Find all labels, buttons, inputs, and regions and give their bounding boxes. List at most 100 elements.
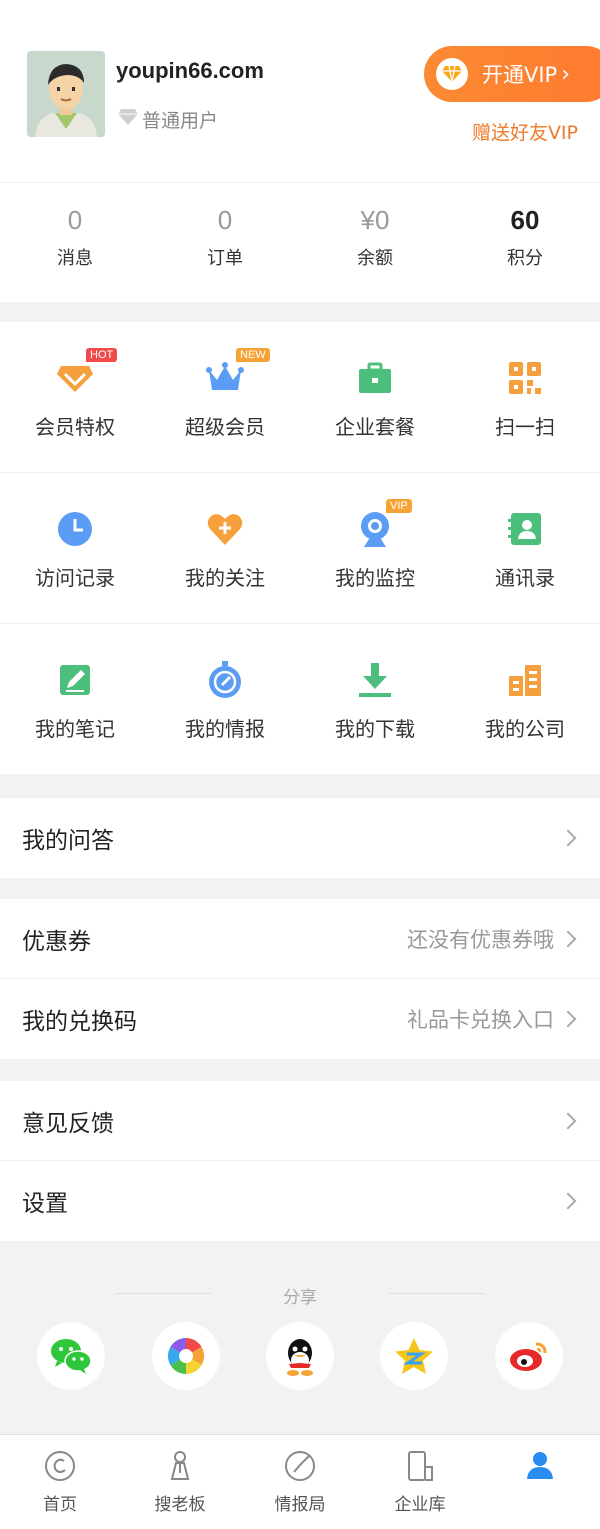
list-item-title: 优惠券	[22, 928, 91, 955]
grid-item-label: 通讯录	[495, 566, 555, 590]
grid-item-member-privileges[interactable]: HOT 会员特权	[0, 322, 150, 472]
grid-row: 访问记录 我的关注 VIP 我的监控 通讯录	[0, 473, 600, 624]
chevron-right-icon	[559, 829, 577, 847]
grid-item-my-downloads[interactable]: 我的下载	[300, 624, 450, 775]
grid-item-label: 我的情报	[185, 717, 265, 741]
stat-messages[interactable]: 0 消息	[0, 183, 150, 302]
grid-item-scan[interactable]: 扫一扫	[450, 322, 600, 472]
company-icon	[408, 1451, 433, 1481]
grid-row: 我的笔记 我的情报 我的下载 我的公司	[0, 624, 600, 775]
list-group-coupons: 优惠券 还没有优惠券哦 我的兑换码 礼品卡兑换入口	[0, 899, 600, 1059]
note-icon	[60, 665, 90, 695]
compass-icon	[209, 661, 241, 698]
list-item-title: 意见反馈	[22, 1110, 114, 1137]
grid-item-label: 企业套餐	[335, 415, 415, 439]
stat-value: ¥0	[360, 205, 390, 235]
grid-item-my-monitor[interactable]: VIP 我的监控	[300, 473, 450, 623]
grid-item-label: 我的公司	[485, 717, 565, 741]
grid-item-visit-history[interactable]: 访问记录	[0, 473, 150, 623]
list-group-settings: 意见反馈 设置	[0, 1081, 600, 1241]
grid-item-label: 扫一扫	[495, 415, 555, 439]
list-item-feedback[interactable]: 意见反馈	[0, 1081, 600, 1161]
grid-item-contacts[interactable]: 通讯录	[450, 473, 600, 623]
tab-profile[interactable]	[480, 1435, 600, 1529]
tab-intel[interactable]: 情报局	[240, 1435, 360, 1529]
diamond-icon	[57, 366, 93, 392]
grid-item-enterprise-package[interactable]: 企业套餐	[300, 322, 450, 472]
grid-item-label: 我的关注	[185, 566, 265, 590]
stats-bar: 0 消息 0 订单 ¥0 余额 60 积分	[0, 182, 600, 302]
tab-label: 企业库	[394, 1495, 446, 1515]
list-item-title: 我的兑换码	[22, 1009, 137, 1035]
qzone-icon[interactable]	[380, 1322, 449, 1390]
qq-icon[interactable]	[265, 1322, 334, 1390]
stat-label: 积分	[507, 248, 543, 269]
list-item-hint: 还没有优惠券哦	[407, 927, 554, 952]
avatar[interactable]	[27, 51, 105, 137]
chevron-right-icon: ›	[561, 61, 571, 87]
gift-vip-link[interactable]: 赠送好友VIP	[472, 118, 578, 145]
qr-icon	[509, 362, 541, 394]
open-vip-label: 开通VIP	[482, 63, 558, 87]
chevron-right-icon	[559, 1192, 577, 1210]
list-item-redeem-code[interactable]: 我的兑换码 礼品卡兑换入口	[0, 979, 600, 1059]
grid-item-my-follows[interactable]: 我的关注	[150, 473, 300, 623]
buildings-icon	[509, 665, 541, 696]
grid-item-label: 我的下载	[335, 717, 415, 741]
tab-search-boss[interactable]: 搜老板	[120, 1435, 240, 1529]
user-level-label: 普通用户	[142, 110, 219, 132]
grid-item-super-member[interactable]: NEW 超级会员	[150, 322, 300, 472]
grid-item-my-notes[interactable]: 我的笔记	[0, 624, 150, 775]
share-panel: 分享	[0, 1242, 600, 1434]
vip-diamond-icon	[436, 58, 468, 90]
camera-icon	[361, 512, 389, 547]
grid-item-my-intel[interactable]: 我的情报	[150, 624, 300, 775]
list-item-my-qa[interactable]: 我的问答	[0, 798, 600, 878]
stat-value: 60	[510, 205, 540, 235]
stat-value: 0	[217, 205, 233, 235]
list-item-coupons[interactable]: 优惠券 还没有优惠券哦	[0, 899, 600, 979]
weibo-icon[interactable]	[494, 1322, 563, 1390]
heart-plus-icon	[207, 514, 243, 545]
vip-badge: VIP	[386, 499, 412, 513]
boss-icon	[170, 1451, 190, 1480]
clock-icon	[58, 512, 92, 546]
list-item-settings[interactable]: 设置	[0, 1161, 600, 1241]
user-level: 普通用户	[118, 106, 218, 133]
intel-icon	[285, 1451, 315, 1481]
profile-header: youpin66.com 普通用户 开通VIP › 赠送好友VIP	[0, 0, 600, 182]
profile-icon	[527, 1452, 553, 1479]
username: youpin66.com	[116, 58, 264, 83]
list-item-title: 我的问答	[22, 828, 114, 854]
share-targets	[0, 1322, 600, 1390]
list-item-hint: 礼品卡兑换入口	[407, 1008, 554, 1032]
open-vip-button[interactable]: 开通VIP ›	[424, 46, 600, 102]
divider	[389, 1293, 485, 1294]
stat-label: 余额	[357, 248, 393, 269]
chevron-right-icon	[559, 1112, 577, 1129]
stat-value: 0	[67, 205, 83, 235]
feature-grid: HOT 会员特权 NEW 超级会员 企业套餐 扫一扫 访问记录 我的关注 VIP	[0, 322, 600, 774]
chevron-right-icon	[559, 930, 577, 947]
grid-item-label: 超级会员	[185, 415, 265, 439]
grid-item-label: 我的监控	[335, 566, 415, 590]
contacts-icon	[508, 513, 541, 545]
new-badge: NEW	[236, 348, 270, 362]
grid-item-label: 我的笔记	[35, 717, 115, 741]
tab-home[interactable]: 首页	[0, 1435, 120, 1529]
tab-company-db[interactable]: 企业库	[360, 1435, 480, 1529]
stat-label: 消息	[57, 248, 93, 269]
stat-balance[interactable]: ¥0 余额	[300, 183, 450, 302]
grid-row: HOT 会员特权 NEW 超级会员 企业套餐 扫一扫	[0, 322, 600, 473]
grid-item-my-company[interactable]: 我的公司	[450, 624, 600, 775]
share-title: 分享	[283, 1288, 317, 1308]
wechat-icon[interactable]	[37, 1322, 106, 1390]
briefcase-icon	[359, 362, 391, 393]
hot-badge: HOT	[86, 348, 118, 362]
moments-icon[interactable]	[151, 1322, 220, 1390]
stat-points[interactable]: 60 积分	[450, 183, 600, 302]
stat-orders[interactable]: 0 订单	[150, 183, 300, 302]
stat-label: 订单	[207, 248, 243, 269]
list-item-title: 设置	[22, 1191, 68, 1217]
grid-item-label: 访问记录	[35, 566, 115, 590]
